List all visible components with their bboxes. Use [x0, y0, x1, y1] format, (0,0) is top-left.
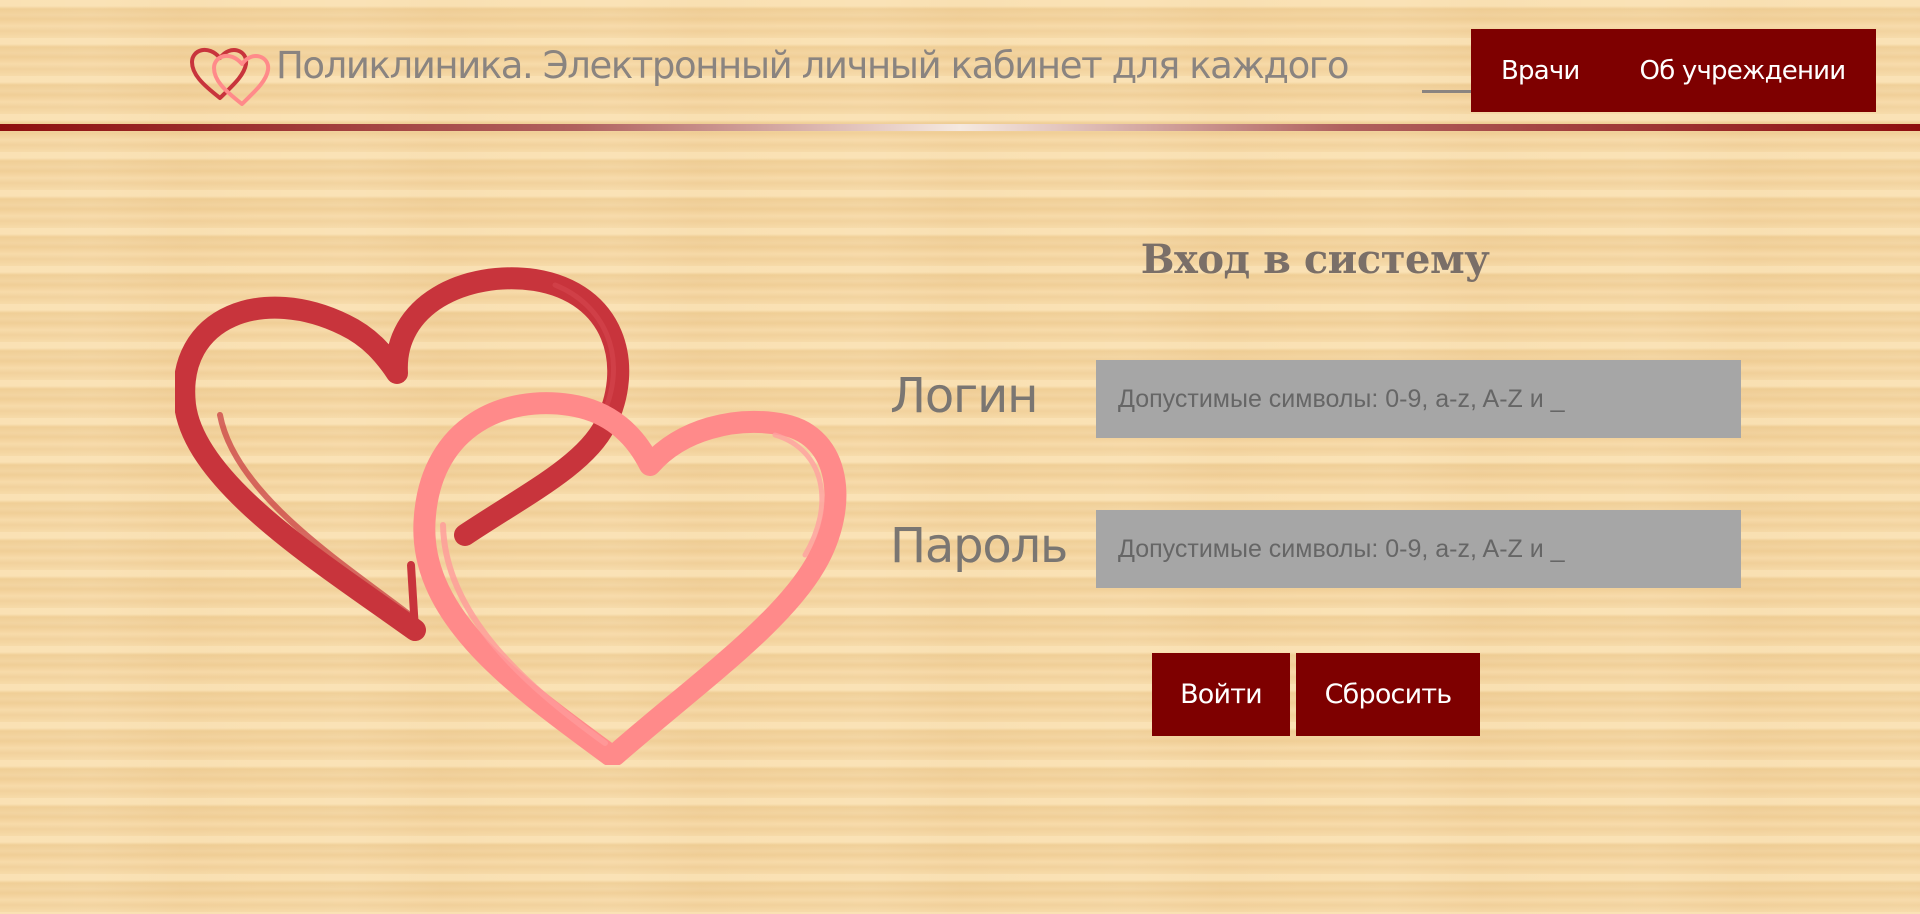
- reset-button[interactable]: Сбросить: [1296, 653, 1480, 736]
- login-button[interactable]: Войти: [1152, 653, 1290, 736]
- main-nav: Врачи Об учреждении: [1471, 29, 1876, 112]
- double-heart-icon: [190, 47, 271, 106]
- two-hearts-illustration: [175, 267, 847, 765]
- nav-about-link[interactable]: Об учреждении: [1640, 56, 1847, 86]
- login-title: Вход в систему: [1140, 236, 1490, 283]
- login-input[interactable]: [1096, 360, 1741, 438]
- site-header: Поликлиника. Электронный личный кабинет …: [0, 0, 1920, 134]
- title-underscore: [1422, 90, 1472, 93]
- password-input[interactable]: [1096, 510, 1741, 588]
- nav-doctors-link[interactable]: Врачи: [1501, 56, 1580, 86]
- site-title: Поликлиника. Электронный личный кабинет …: [276, 44, 1349, 87]
- password-label: Пароль: [890, 518, 1068, 574]
- login-label: Логин: [890, 368, 1038, 424]
- header-divider: [0, 124, 1920, 131]
